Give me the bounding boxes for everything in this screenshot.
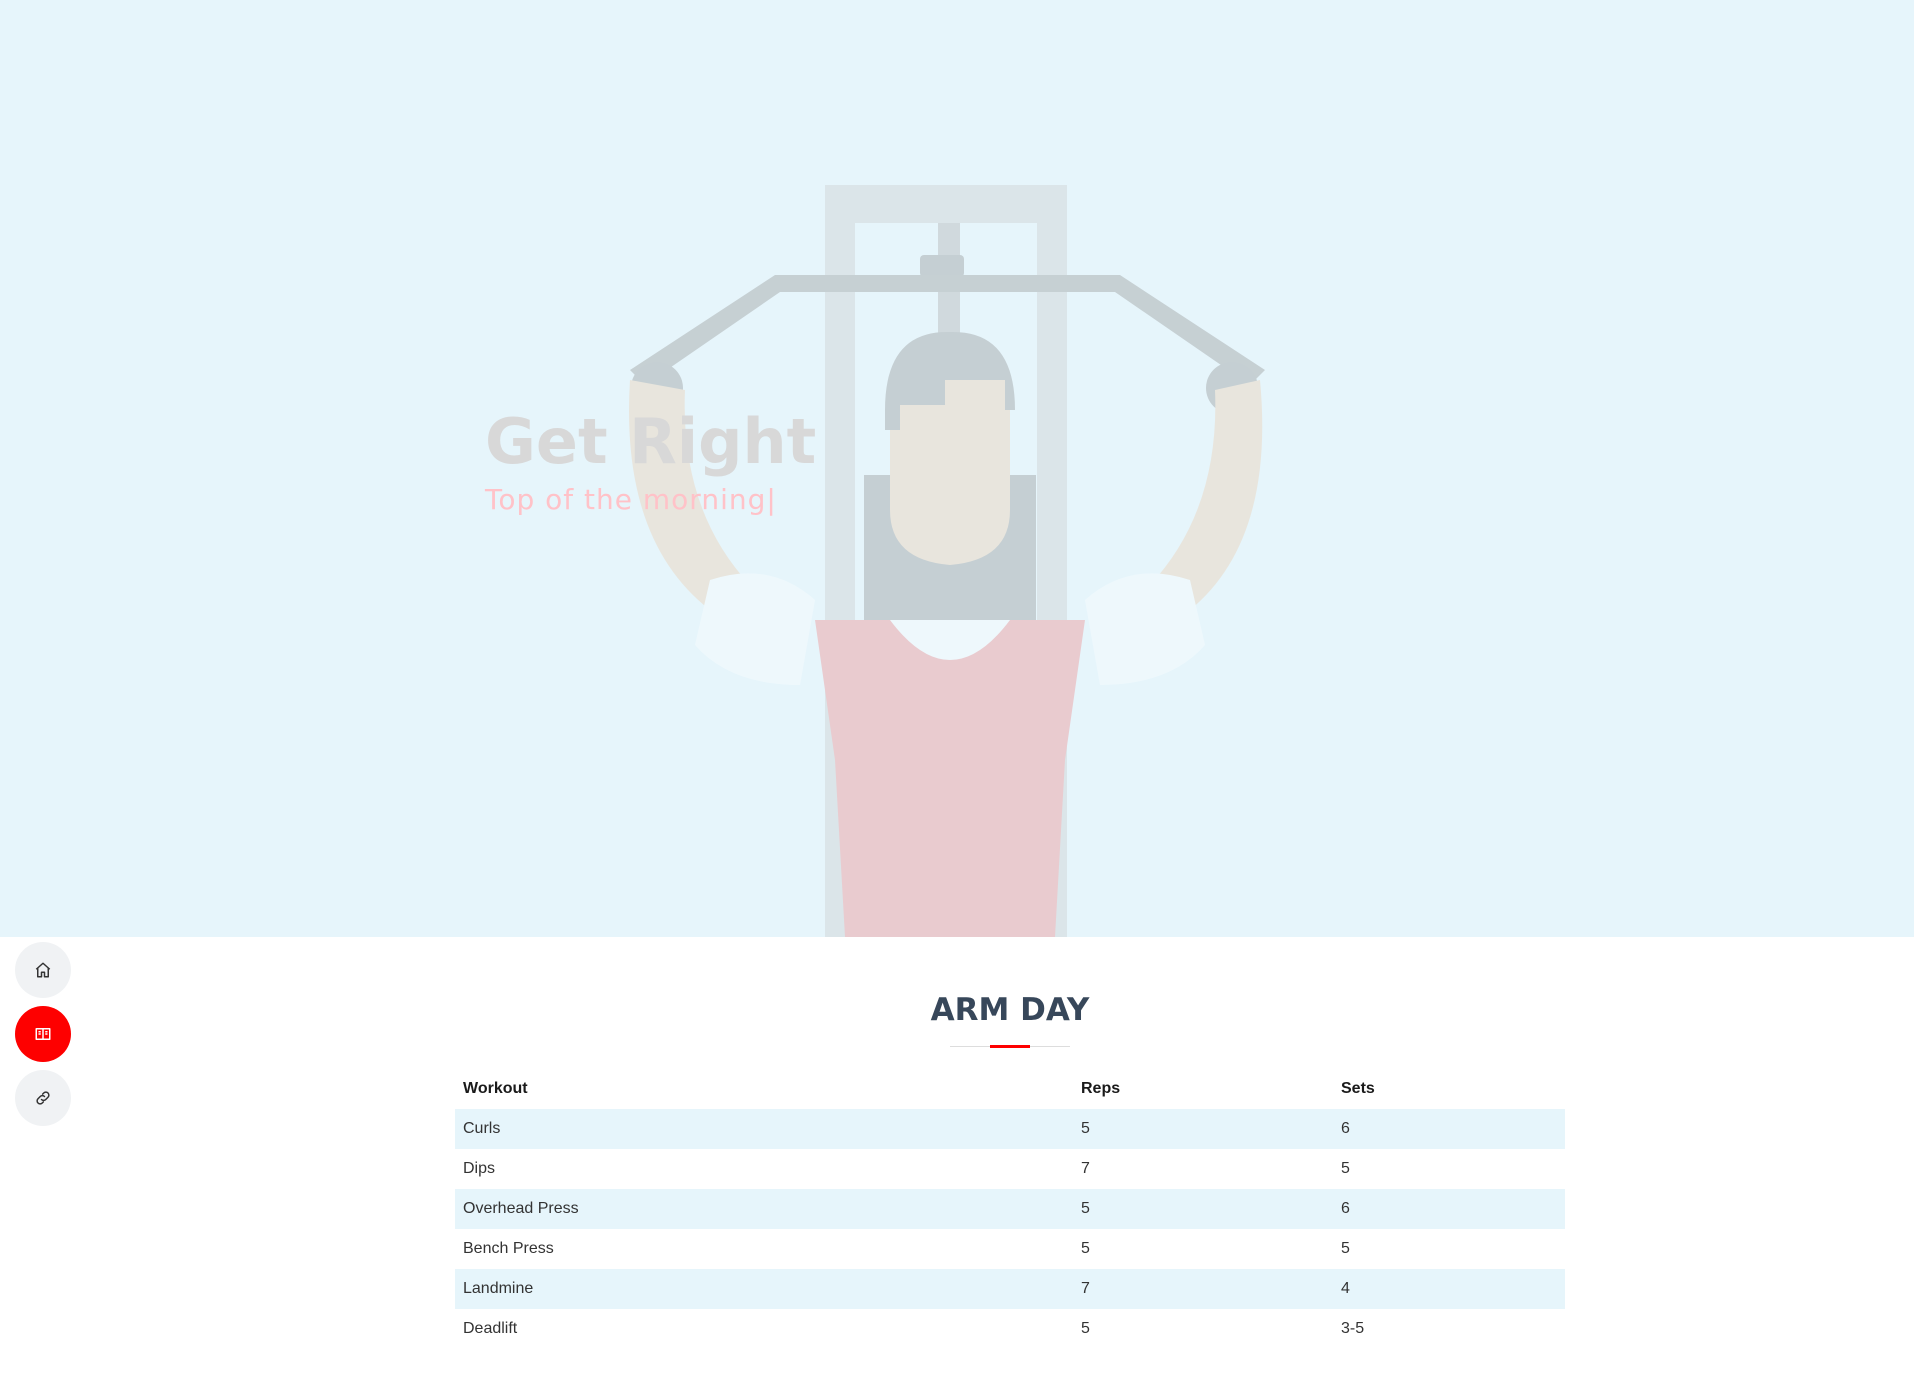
home-button[interactable] xyxy=(15,942,71,998)
cell-reps: 5 xyxy=(1081,1320,1090,1337)
cell-reps: 7 xyxy=(1073,1269,1333,1309)
title-divider-accent xyxy=(990,1045,1030,1048)
cell-workout: Bench Press xyxy=(463,1240,554,1257)
hero-title: Get Right xyxy=(485,405,817,478)
workout-section: ARM DAY Workout Reps Sets Curls 5 6 Dips… xyxy=(455,990,1565,1349)
home-icon xyxy=(35,962,51,978)
cell-reps: 7 xyxy=(1081,1160,1090,1177)
table-row: Landmine 7 4 xyxy=(455,1269,1565,1309)
link-icon xyxy=(36,1091,50,1105)
cell-workout: Overhead Press xyxy=(455,1189,1073,1229)
gym-illustration xyxy=(629,185,1265,937)
table-row: Overhead Press 5 6 xyxy=(455,1189,1565,1229)
workout-table: Workout Reps Sets Curls 5 6 Dips 7 5 Ove… xyxy=(455,1069,1565,1349)
cell-reps: 5 xyxy=(1073,1189,1333,1229)
cell-workout: Curls xyxy=(455,1109,1073,1149)
cell-sets: 5 xyxy=(1341,1240,1350,1257)
hero-banner: Get Right Top of the morning| xyxy=(0,0,1914,937)
cell-workout: Landmine xyxy=(455,1269,1073,1309)
cell-workout: Dips xyxy=(463,1160,496,1177)
book-icon xyxy=(35,1028,51,1040)
table-row: Curls 5 6 xyxy=(455,1109,1565,1149)
table-row: Dips 7 5 xyxy=(455,1149,1565,1189)
cell-sets: 6 xyxy=(1333,1189,1565,1229)
table-header-row: Workout Reps Sets xyxy=(455,1069,1565,1109)
table-row: Deadlift 5 3-5 xyxy=(455,1309,1565,1349)
hero-text: Get Right Top of the morning| xyxy=(485,405,816,517)
cell-sets: 4 xyxy=(1333,1269,1565,1309)
column-header-reps: Reps xyxy=(1081,1080,1121,1097)
cell-workout: Deadlift xyxy=(463,1320,518,1337)
side-nav xyxy=(15,942,71,1134)
section-title: ARM DAY xyxy=(930,992,1090,1028)
cell-reps: 5 xyxy=(1081,1240,1090,1257)
link-button[interactable] xyxy=(15,1070,71,1126)
cell-sets: 5 xyxy=(1341,1160,1350,1177)
table-row: Bench Press 5 5 xyxy=(455,1229,1565,1269)
book-button[interactable] xyxy=(15,1006,71,1062)
cell-sets: 6 xyxy=(1333,1109,1565,1149)
column-header-sets: Sets xyxy=(1341,1080,1375,1097)
hero-subtitle: Top of the morning| xyxy=(485,483,777,516)
title-divider xyxy=(950,1045,1070,1048)
cell-reps: 5 xyxy=(1073,1109,1333,1149)
column-header-workout: Workout xyxy=(463,1080,528,1097)
cell-sets: 3-5 xyxy=(1341,1320,1365,1337)
